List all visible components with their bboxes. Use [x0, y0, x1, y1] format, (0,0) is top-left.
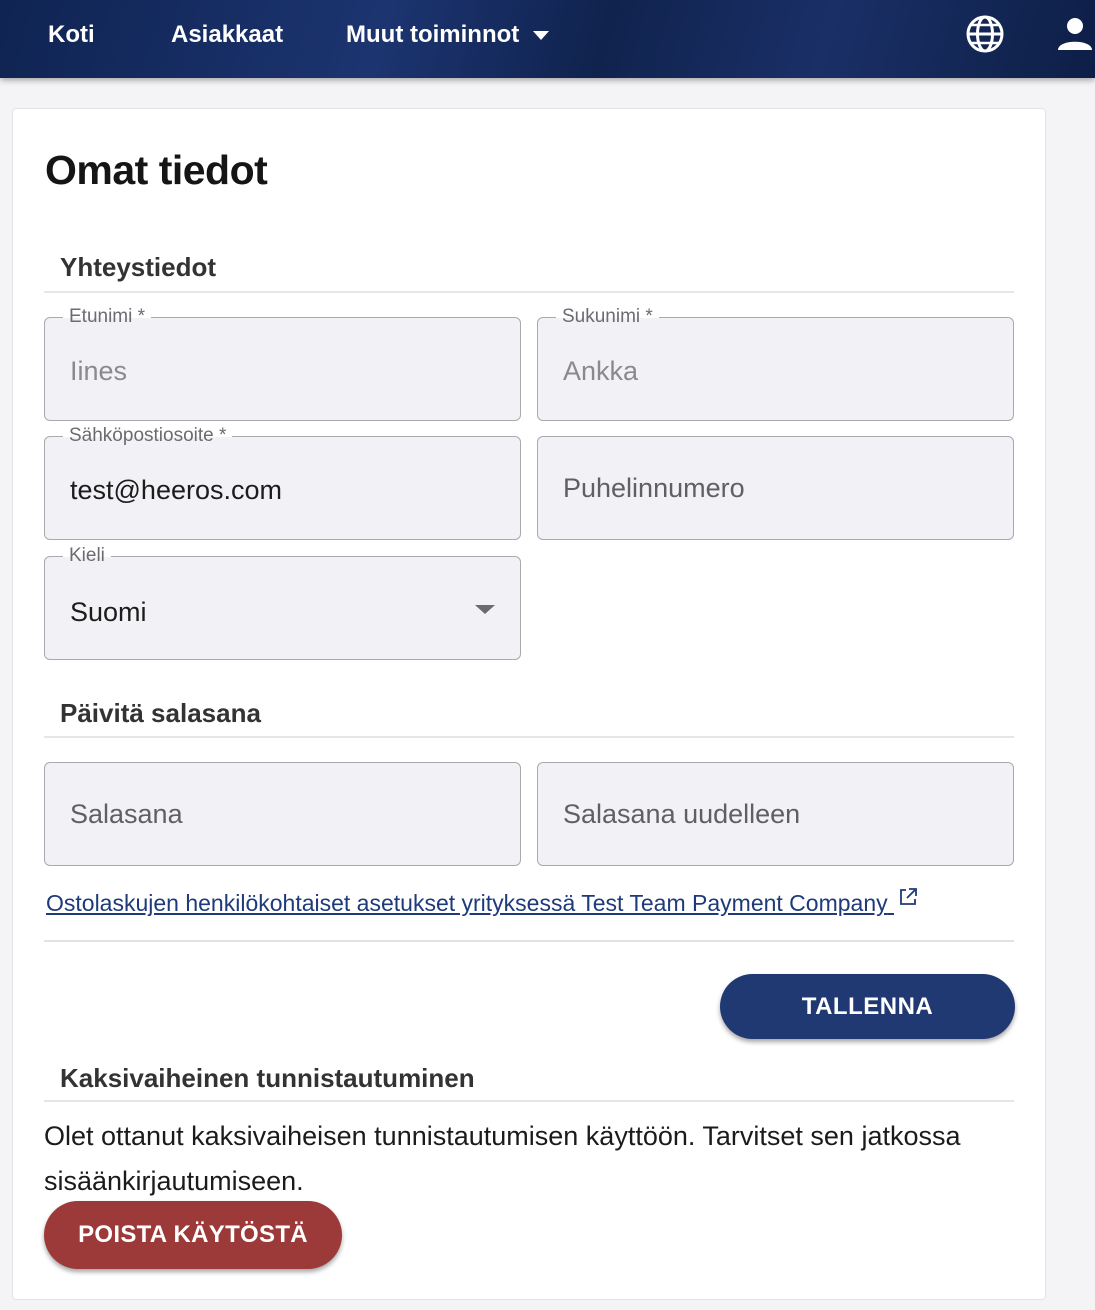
invoice-settings-link[interactable]: Ostolaskujen henkilökohtaiset asetukset …	[46, 887, 918, 917]
caret-down-icon	[533, 30, 550, 40]
nav-item-koti-label: Koti	[48, 21, 95, 48]
phone-input[interactable]	[563, 473, 963, 504]
language-button[interactable]	[965, 14, 1005, 54]
password-input[interactable]	[70, 799, 470, 830]
nav-item-muut-toiminnot-label: Muut toiminnot	[346, 21, 520, 48]
language-select[interactable]: Kieli Suomi	[44, 545, 521, 660]
last-name-field[interactable]: Sukunimi *	[537, 306, 1014, 421]
first-name-input[interactable]	[70, 356, 470, 387]
account-button[interactable]	[1055, 14, 1095, 54]
disable-two-factor-button[interactable]: POISTA KÄYTÖSTÄ	[44, 1201, 342, 1269]
language-value: Suomi	[70, 597, 147, 627]
top-navigation-bar: Koti Asiakkaat Muut toiminnot	[0, 0, 1095, 78]
globe-icon	[966, 15, 1004, 53]
nav-item-muut-toiminnot[interactable]: Muut toiminnot	[346, 0, 550, 70]
last-name-input[interactable]	[563, 356, 963, 387]
password-section-title: Päivitä salasana	[60, 698, 261, 728]
invoice-settings-link-label: Ostolaskujen henkilökohtaiset asetukset …	[46, 890, 888, 916]
contact-section-title: Yhteystiedot	[60, 252, 217, 282]
profile-card: Omat tiedot Yhteystiedot Etunimi * Sukun…	[12, 108, 1046, 1300]
last-name-label: Sukunimi *	[556, 306, 659, 328]
email-label: Sähköpostiosoite *	[63, 425, 233, 447]
two-factor-section-title: Kaksivaiheinen tunnistautuminen	[60, 1063, 475, 1093]
contact-section-divider	[44, 291, 1014, 293]
email-field[interactable]: Sähköpostiosoite *	[44, 425, 521, 540]
password-repeat-input[interactable]	[563, 799, 963, 830]
external-link-icon	[900, 888, 917, 905]
phone-field[interactable]	[537, 436, 1014, 540]
two-factor-description: Olet ottanut kaksivaiheisen tunnistautum…	[44, 1121, 961, 1196]
first-name-field[interactable]: Etunimi *	[44, 306, 521, 421]
nav-item-asiakkaat-label: Asiakkaat	[171, 21, 284, 48]
two-factor-section-divider	[44, 1100, 1014, 1102]
email-input[interactable]	[70, 475, 470, 506]
language-label: Kieli	[63, 545, 111, 567]
first-name-label: Etunimi *	[63, 306, 152, 328]
form-divider	[44, 940, 1014, 942]
nav-item-koti[interactable]: Koti	[48, 0, 95, 70]
nav-item-asiakkaat[interactable]: Asiakkaat	[171, 0, 283, 70]
save-button[interactable]: TALLENNA	[720, 974, 1015, 1039]
user-icon	[1058, 18, 1092, 50]
password-section-divider	[44, 736, 1014, 738]
password-repeat-field[interactable]	[537, 762, 1014, 866]
chevron-down-icon	[475, 605, 495, 614]
password-field[interactable]	[44, 762, 521, 866]
page-title: Omat tiedot	[45, 147, 268, 193]
